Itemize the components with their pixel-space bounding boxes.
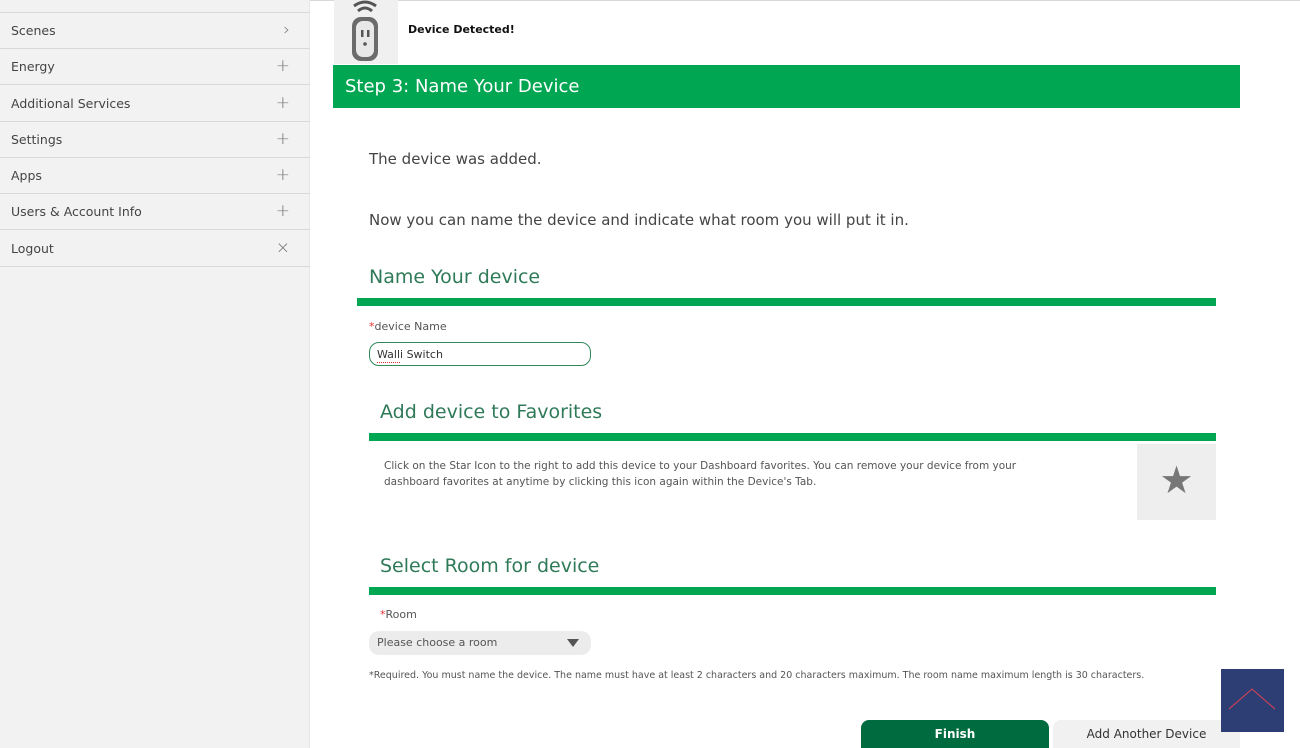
- plus-icon: +: [275, 56, 290, 76]
- chevron-up-icon: [1228, 688, 1276, 710]
- section-divider: [369, 433, 1216, 441]
- close-icon: ×: [275, 238, 290, 258]
- sidebar: Scenes › Energy + Additional Services + …: [0, 0, 310, 748]
- sidebar-item-logout[interactable]: Logout ×: [0, 231, 310, 267]
- sidebar-item-apps[interactable]: Apps +: [0, 158, 310, 194]
- step-title: Step 3: Name Your Device: [345, 76, 580, 97]
- plus-icon: +: [275, 93, 290, 113]
- required-note: *Required. You must name the device. The…: [369, 670, 1145, 681]
- chevron-right-icon: ›: [283, 20, 290, 40]
- favorites-section-title: Add device to Favorites: [380, 401, 603, 423]
- room-label: *Room: [380, 608, 417, 621]
- scroll-to-top-button[interactable]: [1221, 669, 1284, 732]
- sidebar-item-label: Apps: [11, 168, 42, 183]
- sidebar-item-users-account-info[interactable]: Users & Account Info +: [0, 194, 310, 230]
- sidebar-item-label: Logout: [11, 241, 54, 256]
- room-section-title: Select Room for device: [380, 555, 600, 577]
- sidebar-item-label: Additional Services: [11, 96, 131, 111]
- plus-icon: +: [275, 165, 290, 185]
- sidebar-item-label: Scenes: [11, 23, 56, 38]
- room-label-text: Room: [385, 608, 417, 621]
- plus-icon: +: [275, 129, 290, 149]
- star-icon: ★: [1159, 458, 1194, 502]
- room-select[interactable]: Please choose a room: [369, 631, 591, 655]
- device-name-label-text: device Name: [374, 320, 447, 333]
- sidebar-item-energy[interactable]: Energy +: [0, 49, 310, 85]
- add-another-device-button[interactable]: Add Another Device: [1053, 720, 1240, 748]
- instruction-text: Now you can name the device and indicate…: [369, 211, 909, 229]
- sidebar-item-label: Energy: [11, 59, 55, 74]
- device-detected-message: Device Detected!: [408, 23, 515, 36]
- step-banner: Step 3: Name Your Device: [333, 65, 1240, 108]
- sidebar-item-scenes[interactable]: Scenes ›: [0, 13, 310, 49]
- favorite-star-button[interactable]: ★: [1137, 444, 1216, 520]
- name-section-title: Name Your device: [369, 266, 541, 288]
- sidebar-item-label: Users & Account Info: [11, 204, 142, 219]
- sidebar-item-settings[interactable]: Settings +: [0, 122, 310, 158]
- device-name-label: *device Name: [369, 320, 447, 333]
- plus-icon: +: [275, 201, 290, 221]
- room-select-value: Please choose a room: [377, 636, 498, 649]
- section-divider: [369, 587, 1216, 595]
- finish-button[interactable]: Finish: [861, 720, 1049, 748]
- sidebar-item-additional-services[interactable]: Additional Services +: [0, 86, 310, 122]
- caret-down-icon: [567, 639, 579, 647]
- spellcheck-underline: [377, 360, 400, 363]
- device-added-text: The device was added.: [369, 150, 542, 168]
- sidebar-item-label: Settings: [11, 132, 63, 147]
- device-name-input[interactable]: [369, 342, 591, 366]
- section-divider: [357, 298, 1216, 306]
- plug-wifi-icon: [334, 0, 398, 64]
- top-divider: [310, 0, 1300, 1]
- favorites-description: Click on the Star Icon to the right to a…: [384, 460, 1017, 488]
